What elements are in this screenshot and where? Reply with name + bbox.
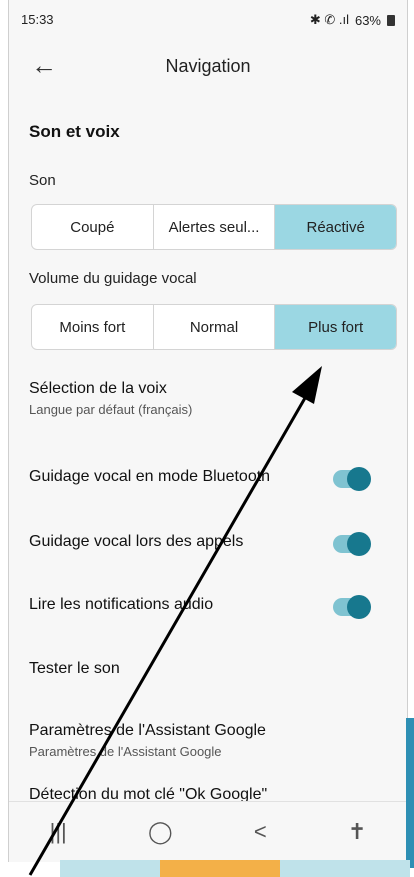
page-title: Navigation (165, 56, 251, 76)
volume-option-louder[interactable]: Plus fort (275, 305, 396, 349)
sound-segmented-control: Coupé Alertes seul... Réactivé (31, 204, 397, 250)
toggle-knob (347, 595, 371, 619)
system-nav-bar: ||| ◯ < ✝ (9, 801, 407, 862)
accessibility-icon[interactable]: ✝ (348, 819, 366, 845)
background-strip-right (406, 718, 414, 868)
bluetooth-toggle[interactable] (333, 467, 371, 491)
toggle-row-bluetooth[interactable]: Guidage vocal en mode Bluetooth (29, 467, 387, 491)
sound-label: Son (29, 172, 56, 189)
recent-apps-icon[interactable]: ||| (50, 819, 67, 845)
status-icons: ✱ ✆ .ıl (309, 12, 349, 27)
volume-option-normal[interactable]: Normal (154, 305, 276, 349)
assistant-settings-title: Paramètres de l'Assistant Google (29, 722, 266, 739)
voice-selection-title: Sélection de la voix (29, 380, 167, 397)
assistant-settings-subtitle: Paramètres de l'Assistant Google (29, 744, 222, 759)
status-bar: 15:33 ✱ ✆ .ıl 63% (9, 0, 407, 44)
phone-screen: 15:33 ✱ ✆ .ıl 63% ← Navigation Son et vo… (8, 0, 408, 862)
sound-option-muted[interactable]: Coupé (32, 205, 154, 249)
background-strip-bottom (60, 860, 410, 877)
toggle-knob (347, 532, 371, 556)
toggle-knob (347, 467, 371, 491)
assistant-settings-row[interactable]: Paramètres de l'Assistant Google Paramèt… (29, 722, 387, 759)
calls-toggle[interactable] (333, 532, 371, 556)
test-sound-label: Tester le son (29, 660, 120, 677)
section-title-sound-voice: Son et voix (29, 122, 120, 141)
test-sound-row[interactable]: Tester le son (29, 660, 387, 678)
sound-option-alerts-only[interactable]: Alertes seul... (154, 205, 276, 249)
voice-selection-row[interactable]: Sélection de la voix Langue par défaut (… (29, 380, 387, 417)
voice-volume-label: Volume du guidage vocal (29, 270, 197, 287)
toggle-row-calls[interactable]: Guidage vocal lors des appels (29, 532, 387, 556)
home-icon[interactable]: ◯ (148, 819, 173, 845)
nav-back-icon[interactable]: < (254, 819, 267, 845)
audio-notifications-toggle[interactable] (333, 595, 371, 619)
volume-option-softer[interactable]: Moins fort (32, 305, 154, 349)
app-bar: ← Navigation (9, 44, 407, 90)
status-time: 15:33 (21, 12, 54, 27)
sound-option-unmuted[interactable]: Réactivé (275, 205, 396, 249)
toggle-row-audio-notifications[interactable]: Lire les notifications audio (29, 595, 387, 619)
voice-volume-segmented-control: Moins fort Normal Plus fort (31, 304, 397, 350)
battery-percent: 63% (354, 12, 381, 28)
battery-icon (387, 14, 395, 26)
voice-selection-subtitle: Langue par défaut (français) (29, 402, 193, 417)
